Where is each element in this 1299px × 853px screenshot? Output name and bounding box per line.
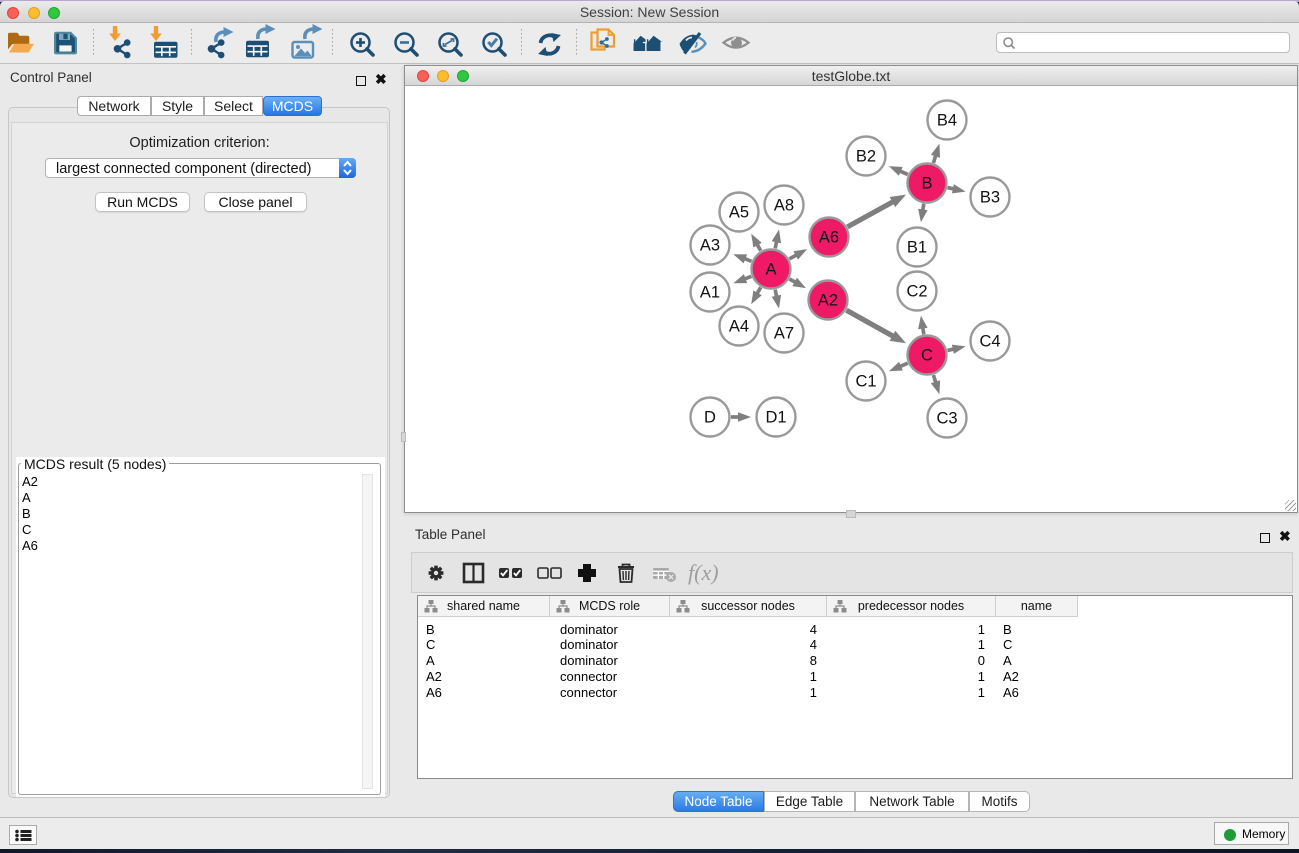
svg-text:A6: A6 [819, 229, 839, 247]
svg-text:B: B [921, 175, 932, 193]
svg-text:A4: A4 [729, 318, 749, 336]
svg-text:f(x): f(x) [688, 560, 719, 585]
svg-text:B3: B3 [980, 189, 1000, 207]
svg-text:B4: B4 [937, 112, 957, 130]
svg-text:A2: A2 [818, 292, 838, 310]
svg-text:A: A [765, 261, 776, 279]
svg-text:D: D [704, 409, 716, 427]
svg-text:C4: C4 [979, 333, 1000, 351]
svg-text:C: C [921, 347, 933, 365]
svg-text:C3: C3 [936, 410, 957, 428]
svg-text:A5: A5 [729, 204, 749, 222]
svg-text:D1: D1 [765, 409, 786, 427]
svg-text:A1: A1 [700, 284, 720, 302]
svg-text:B2: B2 [856, 148, 876, 166]
svg-text:C2: C2 [906, 283, 927, 301]
svg-text:A7: A7 [774, 325, 794, 343]
svg-text:A3: A3 [700, 237, 720, 255]
svg-text:B1: B1 [907, 239, 927, 257]
svg-text:C1: C1 [855, 373, 876, 391]
svg-text:A8: A8 [774, 197, 794, 215]
